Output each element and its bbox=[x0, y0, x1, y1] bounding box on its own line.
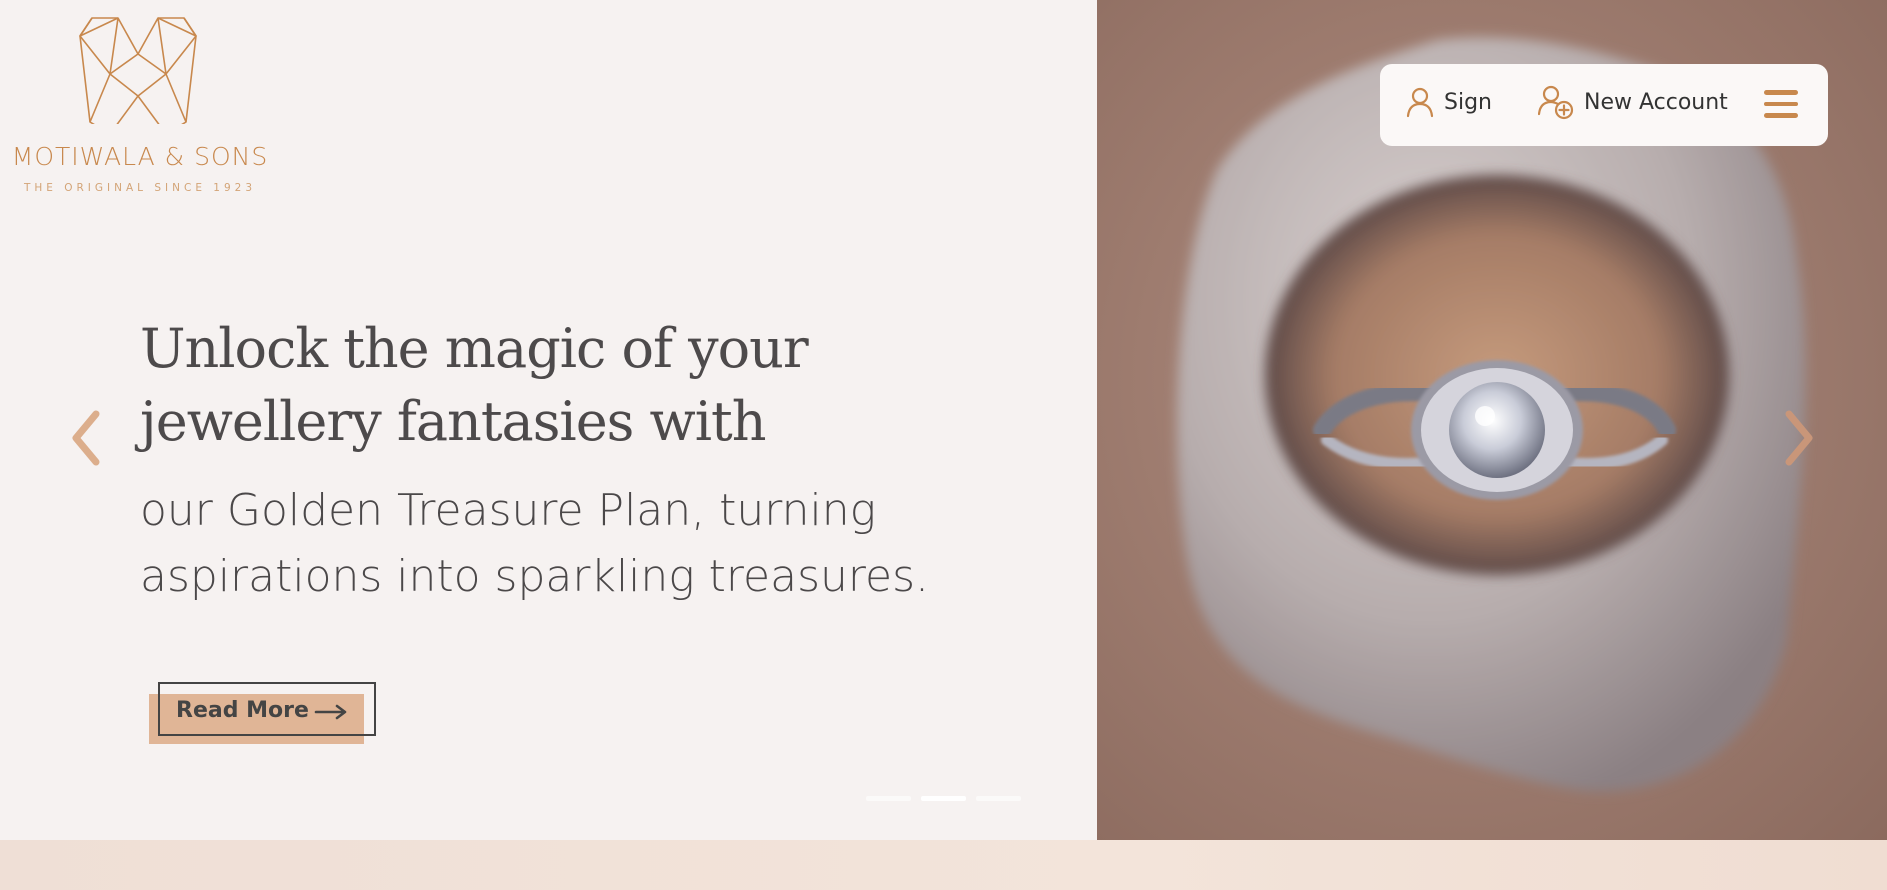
slide-indicator-1[interactable] bbox=[866, 796, 911, 801]
brand-name: MOTIWALA & SONS bbox=[11, 142, 269, 171]
hero-subline: our Golden Treasure Plan, turning aspira… bbox=[140, 478, 960, 610]
subline-line-2: aspirations into sparkling treasures. bbox=[140, 551, 929, 602]
sign-in-label: Sign bbox=[1444, 89, 1492, 115]
chevron-left-icon bbox=[72, 410, 100, 466]
hamburger-menu-button[interactable] bbox=[1764, 90, 1800, 122]
sign-in-link[interactable]: Sign bbox=[1406, 86, 1492, 118]
headline-line-1: Unlock the magic of your bbox=[140, 317, 809, 380]
read-more-button[interactable]: Read More bbox=[148, 682, 376, 746]
new-account-label: New Account bbox=[1584, 89, 1728, 115]
carousel-prev-button[interactable] bbox=[66, 408, 106, 468]
user-plus-icon bbox=[1538, 85, 1574, 120]
read-more-label: Read More bbox=[176, 698, 309, 723]
hamburger-menu-icon bbox=[1764, 90, 1800, 118]
subline-line-1: our Golden Treasure Plan, turning bbox=[140, 485, 876, 536]
arrow-right-icon bbox=[314, 704, 347, 720]
brand-logo[interactable]: MOTIWALA & SONS THE ORIGINAL SINCE 1923 bbox=[10, 14, 267, 204]
bottom-section-band bbox=[0, 840, 1887, 890]
account-nav: Sign New Account bbox=[1380, 64, 1828, 146]
brand-tagline: THE ORIGINAL SINCE 1923 bbox=[23, 182, 257, 194]
carousel-next-button[interactable] bbox=[1779, 408, 1819, 468]
logo-monogram-icon bbox=[79, 17, 197, 124]
chevron-right-icon bbox=[1785, 410, 1813, 466]
slide-indicator-3[interactable] bbox=[976, 796, 1021, 801]
user-icon bbox=[1406, 87, 1434, 118]
hero-headline: Unlock the magic of your jewellery fanta… bbox=[140, 312, 860, 458]
new-account-link[interactable]: New Account bbox=[1538, 84, 1728, 120]
carousel-indicators bbox=[866, 796, 1021, 801]
slide-indicator-2[interactable] bbox=[921, 796, 966, 801]
headline-line-2: jewellery fantasies with bbox=[140, 390, 767, 453]
